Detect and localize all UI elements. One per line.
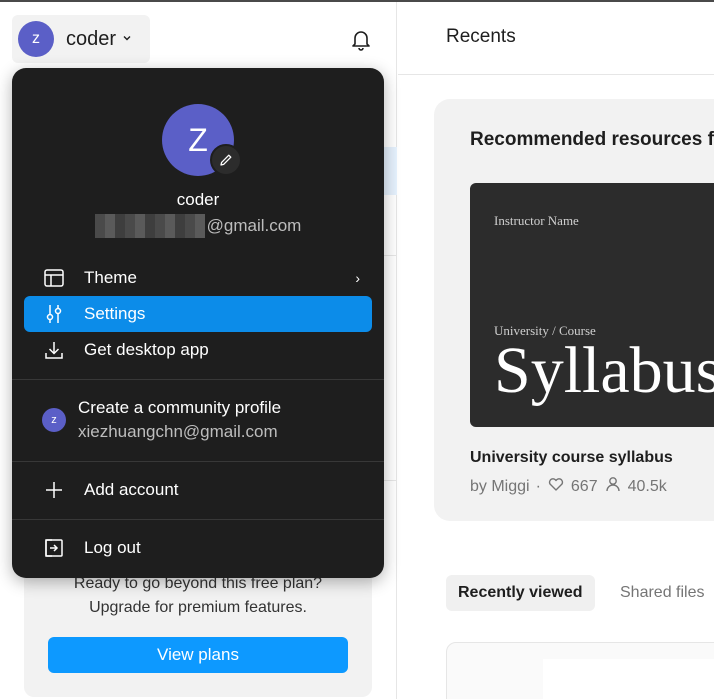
tab-shared-files[interactable]: Shared files: [620, 575, 705, 611]
pencil-icon[interactable]: [210, 144, 242, 176]
like-count: 667: [570, 477, 598, 495]
menu-item-settings[interactable]: Settings: [24, 296, 372, 332]
upgrade-line-2: Upgrade for premium features.: [89, 599, 307, 616]
user-count: 40.5k: [627, 477, 667, 495]
community-profile-title: Create a community profile: [78, 398, 282, 417]
menu-divider: [12, 519, 384, 520]
account-name: coder: [66, 27, 117, 50]
email-suffix: @gmail.com: [206, 216, 302, 235]
menu-divider: [12, 461, 384, 462]
recommended-title: Recommended resources f: [470, 129, 714, 150]
chevron-down-icon: [122, 32, 132, 46]
thumbnail-instructor-text: Instructor Name: [494, 213, 579, 228]
resource-author[interactable]: by Miggi: [470, 478, 530, 496]
file-card[interactable]: [446, 642, 714, 699]
menu-user-name: coder: [176, 190, 220, 209]
download-icon: [42, 338, 66, 362]
avatar: z: [42, 408, 66, 432]
community-profile-email: xiezhuangchn@gmail.com: [78, 422, 278, 441]
file-thumbnail: [543, 659, 714, 699]
create-community-profile[interactable]: z Create a community profile xiezhuangch…: [24, 390, 372, 442]
avatar: z: [18, 21, 54, 57]
plus-icon: [42, 478, 66, 502]
account-switcher-button[interactable]: z coder: [12, 15, 150, 63]
menu-user-email: @gmail.com: [12, 214, 384, 238]
header-divider: [398, 74, 714, 75]
menu-item-label: Add account: [84, 480, 179, 499]
bell-icon[interactable]: [347, 26, 375, 54]
thumbnail-title-text: Syllabus: [494, 334, 714, 407]
menu-item-desktop-app[interactable]: Get desktop app: [24, 332, 372, 368]
menu-item-label: Get desktop app: [84, 340, 209, 359]
recommended-resources-card: Recommended resources f Instructor Name …: [434, 99, 714, 521]
sidebar-selected-item[interactable]: [384, 147, 397, 195]
page-title: Recents: [446, 26, 516, 47]
sliders-icon: [42, 302, 66, 326]
resource-thumbnail[interactable]: Instructor Name University / Course Syll…: [470, 183, 714, 427]
user-icon: [604, 475, 622, 498]
menu-item-add-account[interactable]: Add account: [24, 472, 372, 508]
sidebar-divider: [384, 255, 397, 256]
meta-separator: ·: [535, 477, 541, 495]
sidebar-divider: [384, 480, 397, 481]
menu-item-label: Theme: [84, 268, 137, 287]
view-plans-button[interactable]: View plans: [48, 637, 348, 673]
menu-item-logout[interactable]: Log out: [24, 530, 372, 566]
menu-item-theme[interactable]: Theme ›: [24, 260, 372, 296]
heart-icon: [547, 475, 565, 498]
main-content: Recents Recommended resources f Instruct…: [398, 2, 714, 699]
menu-item-label: Log out: [84, 538, 141, 557]
upgrade-text: Ready to go beyond this free plan? Upgra…: [24, 572, 372, 620]
layout-icon: [42, 266, 66, 290]
resource-meta: by Miggi · 667 40.5k: [470, 475, 667, 498]
menu-item-label: Settings: [84, 304, 146, 323]
tab-recently-viewed[interactable]: Recently viewed: [446, 575, 595, 611]
redacted-block: [94, 214, 205, 238]
resource-name[interactable]: University course syllabus: [470, 449, 673, 467]
account-menu: Z coder @gmail.com Theme › Settings Get …: [12, 68, 384, 578]
menu-divider: [12, 379, 384, 380]
chevron-right-icon: ›: [355, 270, 360, 286]
logout-icon: [42, 536, 66, 560]
